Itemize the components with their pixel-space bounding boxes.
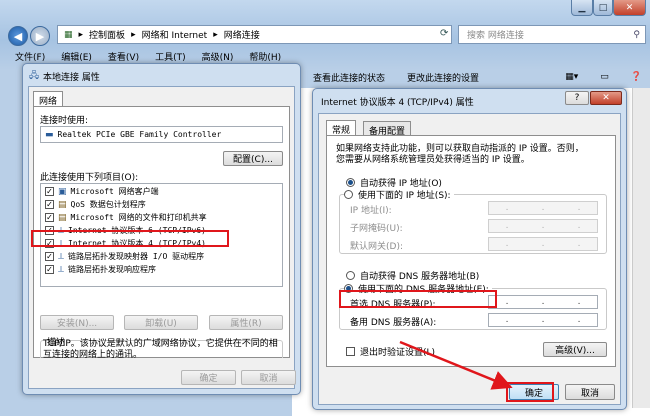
minimize-button[interactable]: ▁: [571, 0, 593, 16]
protocol-icon: ⟂: [58, 251, 65, 262]
advanced-button[interactable]: 高级(V)...: [543, 342, 607, 357]
alternate-dns-field[interactable]: ...: [488, 313, 598, 327]
cancel-button[interactable]: 取消: [565, 384, 615, 400]
configure-button[interactable]: 配置(C)...: [223, 151, 283, 166]
search-icon: ⚲: [633, 29, 640, 40]
list-item[interactable]: ✓ ▤ Microsoft 网络的文件和打印机共享: [45, 212, 278, 223]
install-button[interactable]: 安装(N)...: [40, 315, 114, 330]
subnet-mask-label: 子网掩码(U):: [350, 224, 403, 234]
info-text: 如果网络支持此功能，则可以获取自动指派的 IP 设置。否则， 您需要从网络系统管…: [336, 144, 584, 165]
maximize-button[interactable]: □: [593, 0, 613, 16]
checkbox[interactable]: ✓: [45, 265, 54, 274]
network-adapter-icon: 🖧: [29, 71, 40, 81]
alternate-dns-label: 备用 DNS 服务器(A):: [350, 318, 437, 328]
gateway-field[interactable]: ...: [488, 237, 598, 251]
cancel-button[interactable]: 取消: [241, 370, 296, 385]
description-text: TCP/IP。该协议是默认的广域网络协议，它提供在不同的相互连接的网络上的通讯。: [43, 339, 278, 360]
folder-icon: ▦: [64, 29, 73, 40]
command-bar: 查看此连接的状态 更改此连接的设置 ▦▾ ▭ ❓: [305, 67, 650, 87]
auto-ip-radio[interactable]: [346, 178, 355, 187]
address-bar[interactable]: ▦ ▸ 控制面板 ▸ 网络和 Internet ▸ 网络连接: [57, 25, 452, 44]
network-card-icon: ▬: [45, 129, 54, 140]
breadcrumb-control-panel[interactable]: 控制面板: [89, 28, 125, 41]
list-item[interactable]: ✓ ⟂ 链路层拓扑发现映射器 I/O 驱动程序: [45, 251, 278, 262]
list-item[interactable]: ✓ ▤ QoS 数据包计划程序: [45, 199, 278, 210]
back-icon[interactable]: ◀: [8, 26, 28, 46]
refresh-icon[interactable]: ⟳: [440, 28, 448, 39]
view-options-icon[interactable]: ▦▾: [565, 72, 578, 82]
client-icon: ▣: [58, 186, 67, 197]
ok-button[interactable]: 确定: [181, 370, 236, 385]
uninstall-button[interactable]: 卸载(U): [124, 315, 198, 330]
manual-ip-radio[interactable]: [344, 190, 353, 199]
help-icon[interactable]: ❓: [631, 72, 642, 82]
change-settings-button[interactable]: 更改此连接的设置: [407, 71, 479, 84]
gateway-label: 默认网关(D):: [350, 242, 403, 252]
general-panel: 如果网络支持此功能，则可以获取自动指派的 IP 设置。否则， 您需要从网络系统管…: [326, 135, 616, 367]
menu-edit[interactable]: 编辑(E): [61, 50, 92, 63]
subnet-mask-field[interactable]: ...: [488, 219, 598, 233]
menu-tools[interactable]: 工具(T): [155, 50, 186, 63]
close-window-button[interactable]: ✕: [613, 0, 646, 16]
checkbox[interactable]: ✓: [45, 187, 54, 196]
dialog-title: Internet 协议版本 4 (TCP/IPv4) 属性: [321, 98, 474, 108]
checkbox[interactable]: ✓: [45, 213, 54, 222]
menu-bar: 文件(F) 编辑(E) 查看(V) 工具(T) 高级(N) 帮助(H): [0, 49, 650, 64]
ip-settings-group: 使用下面的 IP 地址(S): IP 地址(I): ... 子网掩码(U): .…: [339, 188, 607, 254]
items-label: 此连接使用下列项目(O):: [40, 173, 139, 183]
dialog-title: 本地连接 属性: [43, 72, 100, 83]
preferred-dns-field[interactable]: ...: [488, 295, 598, 309]
protocol-icon: ⟂: [58, 264, 65, 275]
annotation-arrow-icon: [399, 340, 513, 390]
search-input[interactable]: 搜索 网络连接 ⚲: [458, 25, 646, 44]
preview-pane-icon[interactable]: ▭: [600, 72, 609, 82]
scrollbar[interactable]: [632, 88, 650, 408]
adapter-field: ▬ Realtek PCIe GBE Family Controller: [40, 126, 283, 143]
service-icon: ▤: [58, 199, 67, 210]
list-item[interactable]: ✓ ⟂ 链路层拓扑发现响应程序: [45, 264, 278, 275]
auto-dns-option[interactable]: 自动获得 DNS 服务器地址(B): [346, 269, 479, 282]
service-icon: ▤: [58, 212, 67, 223]
checkbox[interactable]: ✓: [45, 200, 54, 209]
forward-icon[interactable]: ▶: [30, 26, 50, 46]
menu-file[interactable]: 文件(F): [15, 50, 45, 63]
menu-advanced[interactable]: 高级(N): [202, 50, 234, 63]
local-connection-dialog: 🖧 本地连接 属性 网络 连接时使用: ▬ Realtek PCIe GBE F…: [22, 63, 301, 395]
properties-button[interactable]: 属性(R): [209, 315, 283, 330]
breadcrumb-network-connections[interactable]: 网络连接: [224, 28, 260, 41]
menu-view[interactable]: 查看(V): [108, 50, 139, 63]
highlight-manual-dns: [339, 290, 497, 308]
auto-dns-radio[interactable]: [346, 271, 355, 280]
manual-ip-option[interactable]: 使用下面的 IP 地址(S):: [344, 188, 454, 201]
view-status-button[interactable]: 查看此连接的状态: [313, 71, 385, 84]
help-button[interactable]: ?: [565, 91, 589, 105]
checkbox[interactable]: ✓: [45, 252, 54, 261]
menu-help[interactable]: 帮助(H): [249, 50, 281, 63]
connect-using-label: 连接时使用:: [40, 116, 89, 126]
ip-address-label: IP 地址(I):: [350, 206, 392, 216]
highlight-ipv4-item: [31, 230, 229, 247]
list-item[interactable]: ✓ ▣ Microsoft 网络客户端: [45, 186, 278, 197]
ip-address-field[interactable]: ...: [488, 201, 598, 215]
validate-checkbox[interactable]: [346, 347, 355, 356]
close-icon[interactable]: ✕: [590, 91, 622, 105]
breadcrumb-network-internet[interactable]: 网络和 Internet: [142, 28, 208, 41]
